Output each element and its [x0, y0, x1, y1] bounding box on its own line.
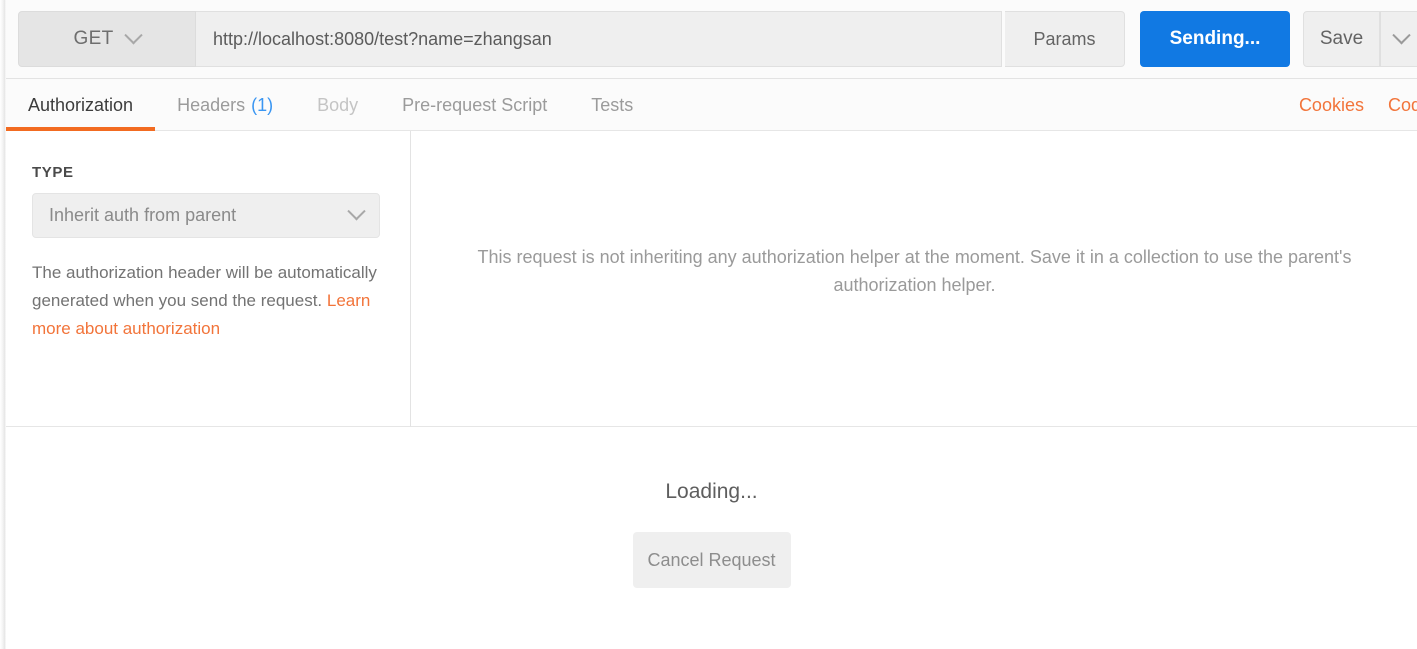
auth-type-label: TYPE [32, 164, 74, 181]
http-method-selector[interactable]: GET [18, 11, 196, 67]
cookies-link[interactable]: Cookies [1299, 95, 1364, 116]
auth-description: The authorization header will be automat… [32, 259, 384, 343]
save-button-label: Save [1319, 28, 1364, 49]
authorization-panel: TYPE Inherit auth from parent The author… [6, 131, 1417, 427]
chevron-down-icon [1392, 25, 1411, 44]
request-url-value: http://localhost:8080/test?name=zhangsan [213, 28, 552, 49]
auth-type-selected-value: Inherit auth from parent [49, 205, 237, 225]
auth-type-select[interactable]: Inherit auth from parent [32, 193, 380, 238]
tab-authorization-label: Authorization [28, 94, 134, 115]
postman-request-pane: GET http://localhost:8080/test?name=zhan… [0, 0, 1417, 649]
code-link[interactable]: Code [1388, 95, 1417, 116]
tabs-right-links: Cookies Code [1299, 79, 1417, 131]
tab-tests[interactable]: Tests [569, 79, 655, 131]
params-label: Params [1033, 28, 1096, 49]
auth-inherit-message: This request is not inheriting any autho… [477, 247, 1352, 295]
tab-authorization[interactable]: Authorization [6, 79, 156, 131]
tab-headers-label: Headers [177, 94, 246, 115]
cancel-request-button[interactable]: Cancel Request [632, 532, 791, 588]
tab-body[interactable]: Body [295, 79, 380, 131]
tab-headers[interactable]: Headers (1) [155, 79, 295, 131]
chevron-down-icon [124, 25, 144, 44]
authorization-info-column: This request is not inheriting any autho… [412, 131, 1417, 427]
response-loading-state: Loading... Cancel Request [6, 480, 1417, 588]
loading-text: Loading... [665, 480, 758, 503]
request-url-input[interactable]: http://localhost:8080/test?name=zhangsan [196, 11, 1002, 67]
request-tabs: Authorization Headers (1) Body Pre-reque… [6, 79, 655, 131]
save-button[interactable]: Save [1303, 11, 1380, 67]
chevron-down-icon [347, 202, 366, 221]
params-button[interactable]: Params [1005, 11, 1125, 67]
send-button[interactable]: Sending... [1140, 11, 1290, 67]
authorization-settings-column: TYPE Inherit auth from parent The author… [6, 131, 411, 427]
send-button-label: Sending... [1169, 28, 1261, 49]
save-dropdown-button[interactable] [1380, 11, 1417, 67]
request-tabs-bar: Authorization Headers (1) Body Pre-reque… [6, 79, 1417, 131]
request-url-bar: GET http://localhost:8080/test?name=zhan… [6, 0, 1417, 79]
http-method-label: GET [73, 28, 114, 49]
auth-description-text: The authorization header will be automat… [32, 263, 377, 310]
tab-body-label: Body [317, 94, 359, 115]
tab-pre-request-script-label: Pre-request Script [402, 94, 548, 115]
tab-pre-request-script[interactable]: Pre-request Script [380, 79, 569, 131]
tab-headers-count: (1) [251, 94, 274, 115]
response-pane: Loading... Cancel Request [6, 428, 1417, 649]
tab-tests-label: Tests [591, 94, 634, 115]
